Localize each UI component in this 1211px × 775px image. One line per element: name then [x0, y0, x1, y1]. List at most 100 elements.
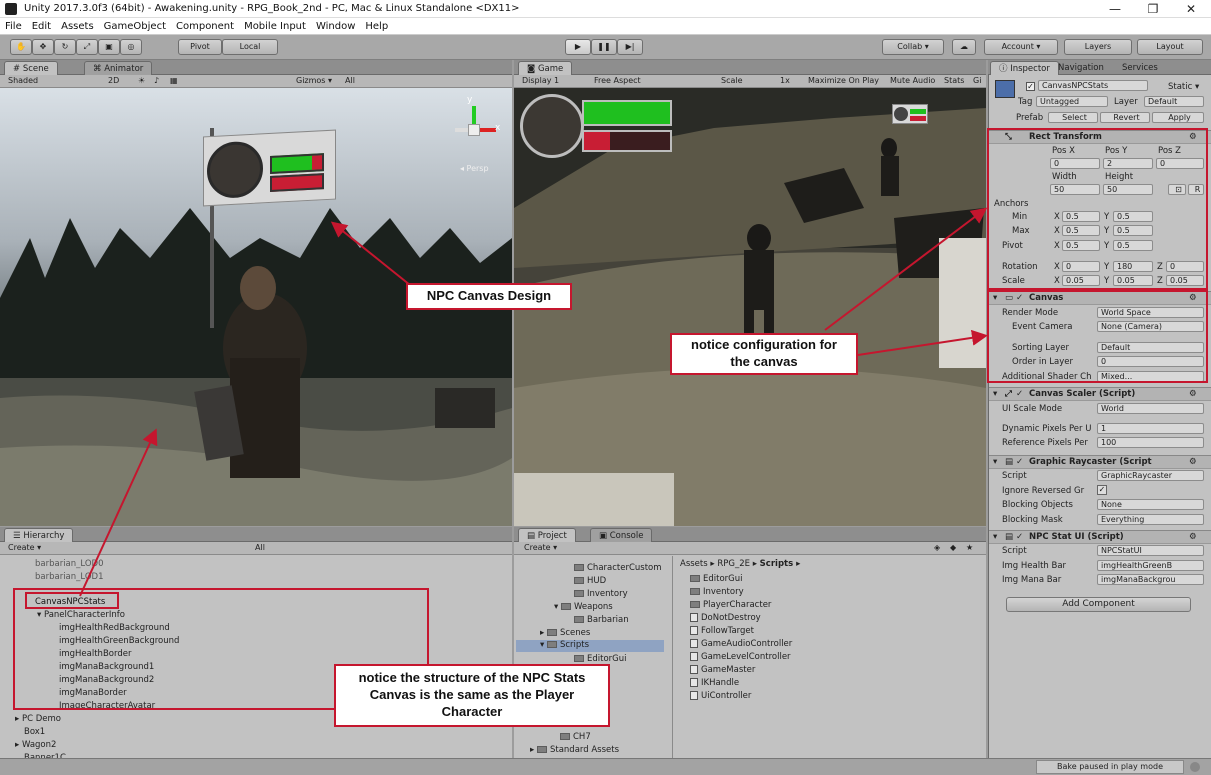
folder-item[interactable]: CH7	[560, 732, 591, 742]
tag-dropdown[interactable]: Untagged	[1036, 96, 1108, 107]
scene-orientation-gizmo[interactable]: x y	[455, 95, 505, 168]
step-icon[interactable]: ▶|	[617, 39, 643, 55]
tab-hierarchy[interactable]: ☰ Hierarchy	[4, 528, 74, 542]
scale-value[interactable]: 1x	[780, 76, 790, 85]
effects-icon[interactable]: ▦	[170, 76, 178, 85]
close-button[interactable]: ✕	[1172, 0, 1210, 18]
transform-tool-icon[interactable]: ◎	[120, 39, 142, 55]
graphic-raycaster-header[interactable]: ▾ ▤ ✓ Graphic Raycaster (Script ⚙	[989, 455, 1211, 469]
graphic-raycaster-checkbox[interactable]: ✓	[1016, 457, 1023, 467]
local-toggle[interactable]: Local	[222, 39, 278, 55]
maximize-button[interactable]: ❐	[1134, 0, 1172, 18]
prefab-apply-button[interactable]: Apply	[1152, 112, 1204, 123]
scale-tool-icon[interactable]: ⤢	[76, 39, 98, 55]
cloud-icon[interactable]: ☁	[952, 39, 976, 55]
label-icon[interactable]: ◆	[950, 543, 956, 552]
folder-item[interactable]: ▸ Standard Assets	[530, 745, 619, 755]
npc-stat-ui-checkbox[interactable]: ✓	[1016, 532, 1023, 542]
raycaster-script-field[interactable]: GraphicRaycaster	[1097, 470, 1204, 481]
menu-help[interactable]: Help	[360, 18, 393, 35]
menu-component[interactable]: Component	[171, 18, 239, 35]
menu-assets[interactable]: Assets	[56, 18, 99, 35]
shading-dropdown[interactable]: Shaded	[8, 76, 38, 85]
minimize-button[interactable]: —	[1096, 0, 1134, 18]
aspect-dropdown[interactable]: Free Aspect	[594, 76, 641, 85]
folder-item[interactable]: ▸ Scenes	[540, 628, 590, 638]
canvas-scaler-checkbox[interactable]: ✓	[1016, 389, 1023, 399]
reference-pixels-input[interactable]: 100	[1097, 437, 1204, 448]
expand-arrow-icon[interactable]: ▾	[993, 532, 997, 542]
rotate-tool-icon[interactable]: ↻	[54, 39, 76, 55]
file-item[interactable]: FollowTarget	[690, 626, 754, 636]
tab-inspector[interactable]: ⓘ Inspector	[990, 61, 1059, 75]
file-item[interactable]: UiController	[690, 691, 751, 701]
tab-navigation[interactable]: Navigation	[1050, 61, 1112, 75]
expand-arrow-icon[interactable]: ▸	[15, 740, 22, 750]
prefab-select-button[interactable]: Select	[1048, 112, 1098, 123]
lighting-icon[interactable]: ☀	[138, 76, 145, 85]
file-item[interactable]: IKHandle	[690, 678, 739, 688]
breadcrumb-rpg2e[interactable]: RPG_2E ▸	[717, 559, 757, 569]
add-component-button[interactable]: Add Component	[1006, 597, 1191, 612]
expand-arrow-icon[interactable]: ▸	[540, 628, 547, 638]
file-item[interactable]: GameAudioController	[690, 639, 792, 649]
ignore-reversed-checkbox[interactable]: ✓	[1097, 485, 1107, 495]
play-icon[interactable]: ▶	[565, 39, 591, 55]
hand-tool-icon[interactable]: ✋	[10, 39, 32, 55]
folder-item[interactable]: EditorGui	[574, 654, 627, 664]
expand-arrow-icon[interactable]: ▾	[993, 457, 997, 467]
file-item[interactable]: GameMaster	[690, 665, 755, 675]
hierarchy-item[interactable]: ▸ PC Demo	[15, 714, 61, 724]
folder-item[interactable]: ▾ Weapons	[554, 602, 613, 612]
collab-dropdown[interactable]: Collab ▾	[882, 39, 944, 55]
rect-tool-icon[interactable]: ▣	[98, 39, 120, 55]
breadcrumb-assets[interactable]: Assets ▸	[680, 559, 715, 569]
hierarchy-item[interactable]: Box1	[24, 727, 45, 737]
object-name-input[interactable]: CanvasNPCStats	[1038, 80, 1148, 91]
folder-item[interactable]: Inventory	[574, 589, 628, 599]
component-settings-icon[interactable]: ⚙	[1189, 457, 1197, 467]
expand-arrow-icon[interactable]: ▸	[530, 745, 537, 755]
npc-stat-ui-header[interactable]: ▾ ▤ ✓ NPC Stat UI (Script) ⚙	[989, 530, 1211, 544]
file-item[interactable]: PlayerCharacter	[690, 600, 771, 610]
expand-arrow-icon[interactable]: ▾	[554, 602, 561, 612]
breadcrumb-scripts[interactable]: Scripts ▸	[760, 559, 801, 569]
expand-arrow-icon[interactable]: ▸	[15, 714, 22, 724]
stats-toggle[interactable]: Stats	[944, 76, 964, 85]
tab-scene[interactable]: # Scene	[4, 61, 58, 75]
maximize-on-play-toggle[interactable]: Maximize On Play	[808, 76, 879, 85]
gizmos-dropdown[interactable]: Gizmos ▾	[296, 76, 332, 85]
menu-file[interactable]: File	[0, 18, 27, 35]
tab-console[interactable]: ▣ Console	[590, 528, 653, 542]
file-item[interactable]: Inventory	[690, 587, 744, 597]
menu-gameobject[interactable]: GameObject	[99, 18, 171, 35]
expand-arrow-icon[interactable]: ▾	[993, 389, 997, 399]
move-tool-icon[interactable]: ✥	[32, 39, 54, 55]
game-viewport[interactable]	[514, 88, 986, 526]
menu-window[interactable]: Window	[311, 18, 360, 35]
folder-item[interactable]: CharacterCustom	[574, 563, 662, 573]
file-item[interactable]: EditorGui	[690, 574, 743, 584]
hierarchy-item[interactable]: ▸ Wagon2	[15, 740, 56, 750]
ui-scale-mode-dropdown[interactable]: World	[1097, 403, 1204, 414]
tab-animator[interactable]: ⌘ Animator	[84, 61, 153, 75]
blocking-mask-dropdown[interactable]: Everything	[1097, 514, 1204, 525]
layers-dropdown[interactable]: Layers	[1064, 39, 1132, 55]
folder-item[interactable]: Barbarian	[574, 615, 629, 625]
layout-dropdown[interactable]: Layout	[1137, 39, 1203, 55]
static-dropdown[interactable]: Static ▾	[1168, 82, 1199, 92]
blocking-objects-dropdown[interactable]: None	[1097, 499, 1204, 510]
persp-label[interactable]: ◂ Persp	[460, 164, 489, 173]
tab-game[interactable]: ◙ Game	[518, 61, 573, 75]
gizmos-toggle[interactable]: Gi	[973, 76, 981, 85]
menu-edit[interactable]: Edit	[27, 18, 56, 35]
account-dropdown[interactable]: Account ▾	[984, 39, 1058, 55]
component-settings-icon[interactable]: ⚙	[1189, 532, 1197, 542]
tab-project[interactable]: ▤ Project	[518, 528, 576, 542]
folder-item-selected[interactable]: ▾ Scripts	[516, 640, 664, 652]
file-item[interactable]: GameLevelController	[690, 652, 791, 662]
hierarchy-search-input[interactable]: All	[255, 543, 265, 552]
hierarchy-item[interactable]: barbarian_LOD1	[35, 572, 103, 582]
component-settings-icon[interactable]: ⚙	[1189, 389, 1197, 399]
mute-audio-toggle[interactable]: Mute Audio	[890, 76, 935, 85]
